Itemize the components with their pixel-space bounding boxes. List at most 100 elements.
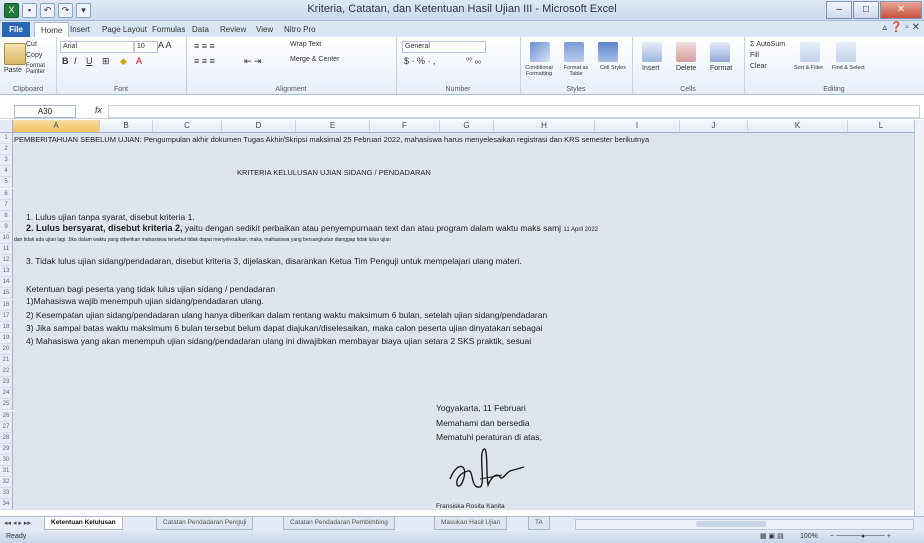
underline-icon[interactable]: U xyxy=(86,56,93,66)
format-table-icon[interactable] xyxy=(564,42,584,62)
font-grow-icon[interactable]: A A xyxy=(158,40,172,50)
tab-data[interactable]: Data xyxy=(186,22,215,37)
column-header-i[interactable]: I xyxy=(595,120,680,133)
merge-center-button[interactable]: Merge & Center xyxy=(290,56,339,63)
tab-page-layout[interactable]: Page Layout xyxy=(96,22,153,37)
row-header[interactable]: 21 xyxy=(0,355,13,367)
cell-sign-line2[interactable]: Mematuhi peraturan di atas, xyxy=(436,432,542,442)
row-header[interactable]: 29 xyxy=(0,443,13,455)
cell-ketentuan-1[interactable]: 1)Mahasiswa wajib menempuh ujian sidang/… xyxy=(26,296,264,306)
row-header[interactable]: 13 xyxy=(0,266,13,278)
minimize-button[interactable]: – xyxy=(826,1,852,19)
insert-button[interactable]: Insert xyxy=(642,65,660,72)
autosum-button[interactable]: Σ AutoSum xyxy=(750,41,785,48)
row-header[interactable]: 34 xyxy=(0,499,13,511)
view-buttons-icon[interactable]: ▦ ▣ ▤ xyxy=(760,531,784,543)
row-header[interactable]: 18 xyxy=(0,321,13,333)
sort-filter-button[interactable]: Sort & Filter xyxy=(794,65,823,71)
row-header[interactable]: 30 xyxy=(0,454,13,466)
cell-sign-place[interactable]: Yogyakarta, 11 Februari xyxy=(436,403,526,413)
select-all-corner[interactable] xyxy=(0,120,13,133)
row-header[interactable]: 2 xyxy=(0,144,13,156)
decimal-icon[interactable]: ⁰⁰ ₀₀ xyxy=(466,56,481,65)
cell-ketentuan-4[interactable]: 4) Mahasiswa yang akan menempuh ujian si… xyxy=(26,336,531,346)
format-table-button[interactable]: Format as Table xyxy=(558,65,594,77)
cell-kriteria-2-note[interactable]: dan tidak ada ujian lagi. Jika dalam wak… xyxy=(14,237,391,243)
row-header[interactable]: 9 xyxy=(0,221,13,233)
tab-view[interactable]: View xyxy=(250,22,279,37)
fill-button[interactable]: Fill xyxy=(750,52,759,59)
cut-button[interactable]: Cut xyxy=(26,41,37,48)
copy-button[interactable]: Copy xyxy=(26,52,42,59)
maximize-button[interactable]: □ xyxy=(853,1,879,19)
row-header[interactable]: 7 xyxy=(0,199,13,211)
clear-button[interactable]: Clear xyxy=(750,63,767,70)
row-header[interactable]: 11 xyxy=(0,244,13,256)
column-header-d[interactable]: D xyxy=(222,120,296,133)
cell-styles-icon[interactable] xyxy=(598,42,618,62)
row-header[interactable]: 26 xyxy=(0,410,13,422)
row-header[interactable]: 32 xyxy=(0,477,13,489)
row-header[interactable]: 16 xyxy=(0,299,13,311)
row-header[interactable]: 27 xyxy=(0,421,13,433)
row-header[interactable]: 19 xyxy=(0,332,13,344)
borders-icon[interactable]: ⊞ xyxy=(102,56,110,67)
sheet-tab-ta[interactable]: TA xyxy=(528,517,550,530)
delete-button[interactable]: Delete xyxy=(676,65,696,72)
align-left-icon[interactable]: ≡ ≡ ≡ xyxy=(194,56,215,66)
font-color-icon[interactable]: A xyxy=(136,56,142,66)
row-header[interactable]: 25 xyxy=(0,399,13,411)
column-header-l[interactable]: L xyxy=(848,120,915,133)
cell-ketentuan-3[interactable]: 3) Jika sampai batas waktu maksimum 6 bu… xyxy=(26,323,542,333)
column-header-a[interactable]: A xyxy=(13,120,100,133)
row-header[interactable]: 24 xyxy=(0,388,13,400)
align-top-icon[interactable]: ≡ ≡ ≡ xyxy=(194,41,215,51)
cell-sign-line1[interactable]: Memahami dan bersedia xyxy=(436,418,530,428)
find-select-icon[interactable] xyxy=(836,42,856,62)
cell-notice[interactable]: PEMBERITAHUAN SEBELUM UJIAN: Pengumpulan… xyxy=(14,135,649,144)
row-header[interactable]: 14 xyxy=(0,277,13,289)
help-icon[interactable]: ▵ ❓ ▫ ✕ xyxy=(882,22,920,33)
number-format-select[interactable]: General xyxy=(402,41,486,53)
cell-ketentuan-title[interactable]: Ketentuan bagi peserta yang tidak lulus … xyxy=(26,284,275,294)
cell-heading[interactable]: KRITERIA KELULUSAN UJIAN SIDANG / PENDAD… xyxy=(237,168,431,177)
cell-sign-name[interactable]: Fransiska Rosita Kanita xyxy=(436,503,505,510)
horizontal-scroll-thumb[interactable] xyxy=(696,521,766,527)
column-header-b[interactable]: B xyxy=(100,120,153,133)
row-header[interactable]: 6 xyxy=(0,188,13,200)
cell-kriteria-1[interactable]: 1. Lulus ujian tanpa syarat, disebut kri… xyxy=(26,212,195,222)
row-header[interactable]: 17 xyxy=(0,310,13,322)
row-header[interactable]: 1 xyxy=(0,133,13,145)
cell-ketentuan-2[interactable]: 2) Kesempatan ujian sidang/pendadaran ul… xyxy=(26,310,547,320)
row-header[interactable]: 10 xyxy=(0,232,13,244)
column-header-c[interactable]: C xyxy=(153,120,222,133)
italic-icon[interactable]: I xyxy=(74,56,77,66)
column-header-g[interactable]: G xyxy=(440,120,494,133)
sheet-tab-catatan-pembimbing[interactable]: Catatan Pendadaran Pembimbing xyxy=(283,517,395,530)
fill-color-icon[interactable]: ◆ xyxy=(120,56,127,67)
row-header[interactable]: 12 xyxy=(0,255,13,267)
tab-nitro-pro[interactable]: Nitro Pro xyxy=(278,22,322,37)
vertical-scrollbar[interactable] xyxy=(914,120,924,516)
row-header[interactable]: 22 xyxy=(0,366,13,378)
cell-kriteria-2[interactable]: 2. Lulus bersyarat, disebut kriteria 2, … xyxy=(26,223,598,233)
format-painter-button[interactable]: Format Painter xyxy=(26,63,56,75)
tab-formulas[interactable]: Formulas xyxy=(146,22,191,37)
column-header-f[interactable]: F xyxy=(370,120,440,133)
paste-icon[interactable] xyxy=(4,43,26,65)
wrap-text-button[interactable]: Wrap Text xyxy=(290,41,321,48)
conditional-formatting-button[interactable]: Conditional Formatting xyxy=(520,65,558,77)
column-header-j[interactable]: J xyxy=(680,120,748,133)
row-header[interactable]: 8 xyxy=(0,210,13,222)
cell-kriteria-3[interactable]: 3. Tidak lulus ujian sidang/pendadaran, … xyxy=(26,256,522,266)
zoom-level[interactable]: 100% xyxy=(800,531,818,543)
paste-label[interactable]: Paste xyxy=(4,67,22,74)
row-header[interactable]: 31 xyxy=(0,466,13,478)
font-size-select[interactable]: 10 xyxy=(134,41,158,53)
close-button[interactable]: ✕ xyxy=(880,1,922,19)
sort-filter-icon[interactable] xyxy=(800,42,820,62)
column-header-e[interactable]: E xyxy=(296,120,370,133)
formula-input[interactable] xyxy=(108,105,920,118)
row-header[interactable]: 5 xyxy=(0,177,13,189)
zoom-slider[interactable]: − ─────●──── + xyxy=(830,531,891,543)
